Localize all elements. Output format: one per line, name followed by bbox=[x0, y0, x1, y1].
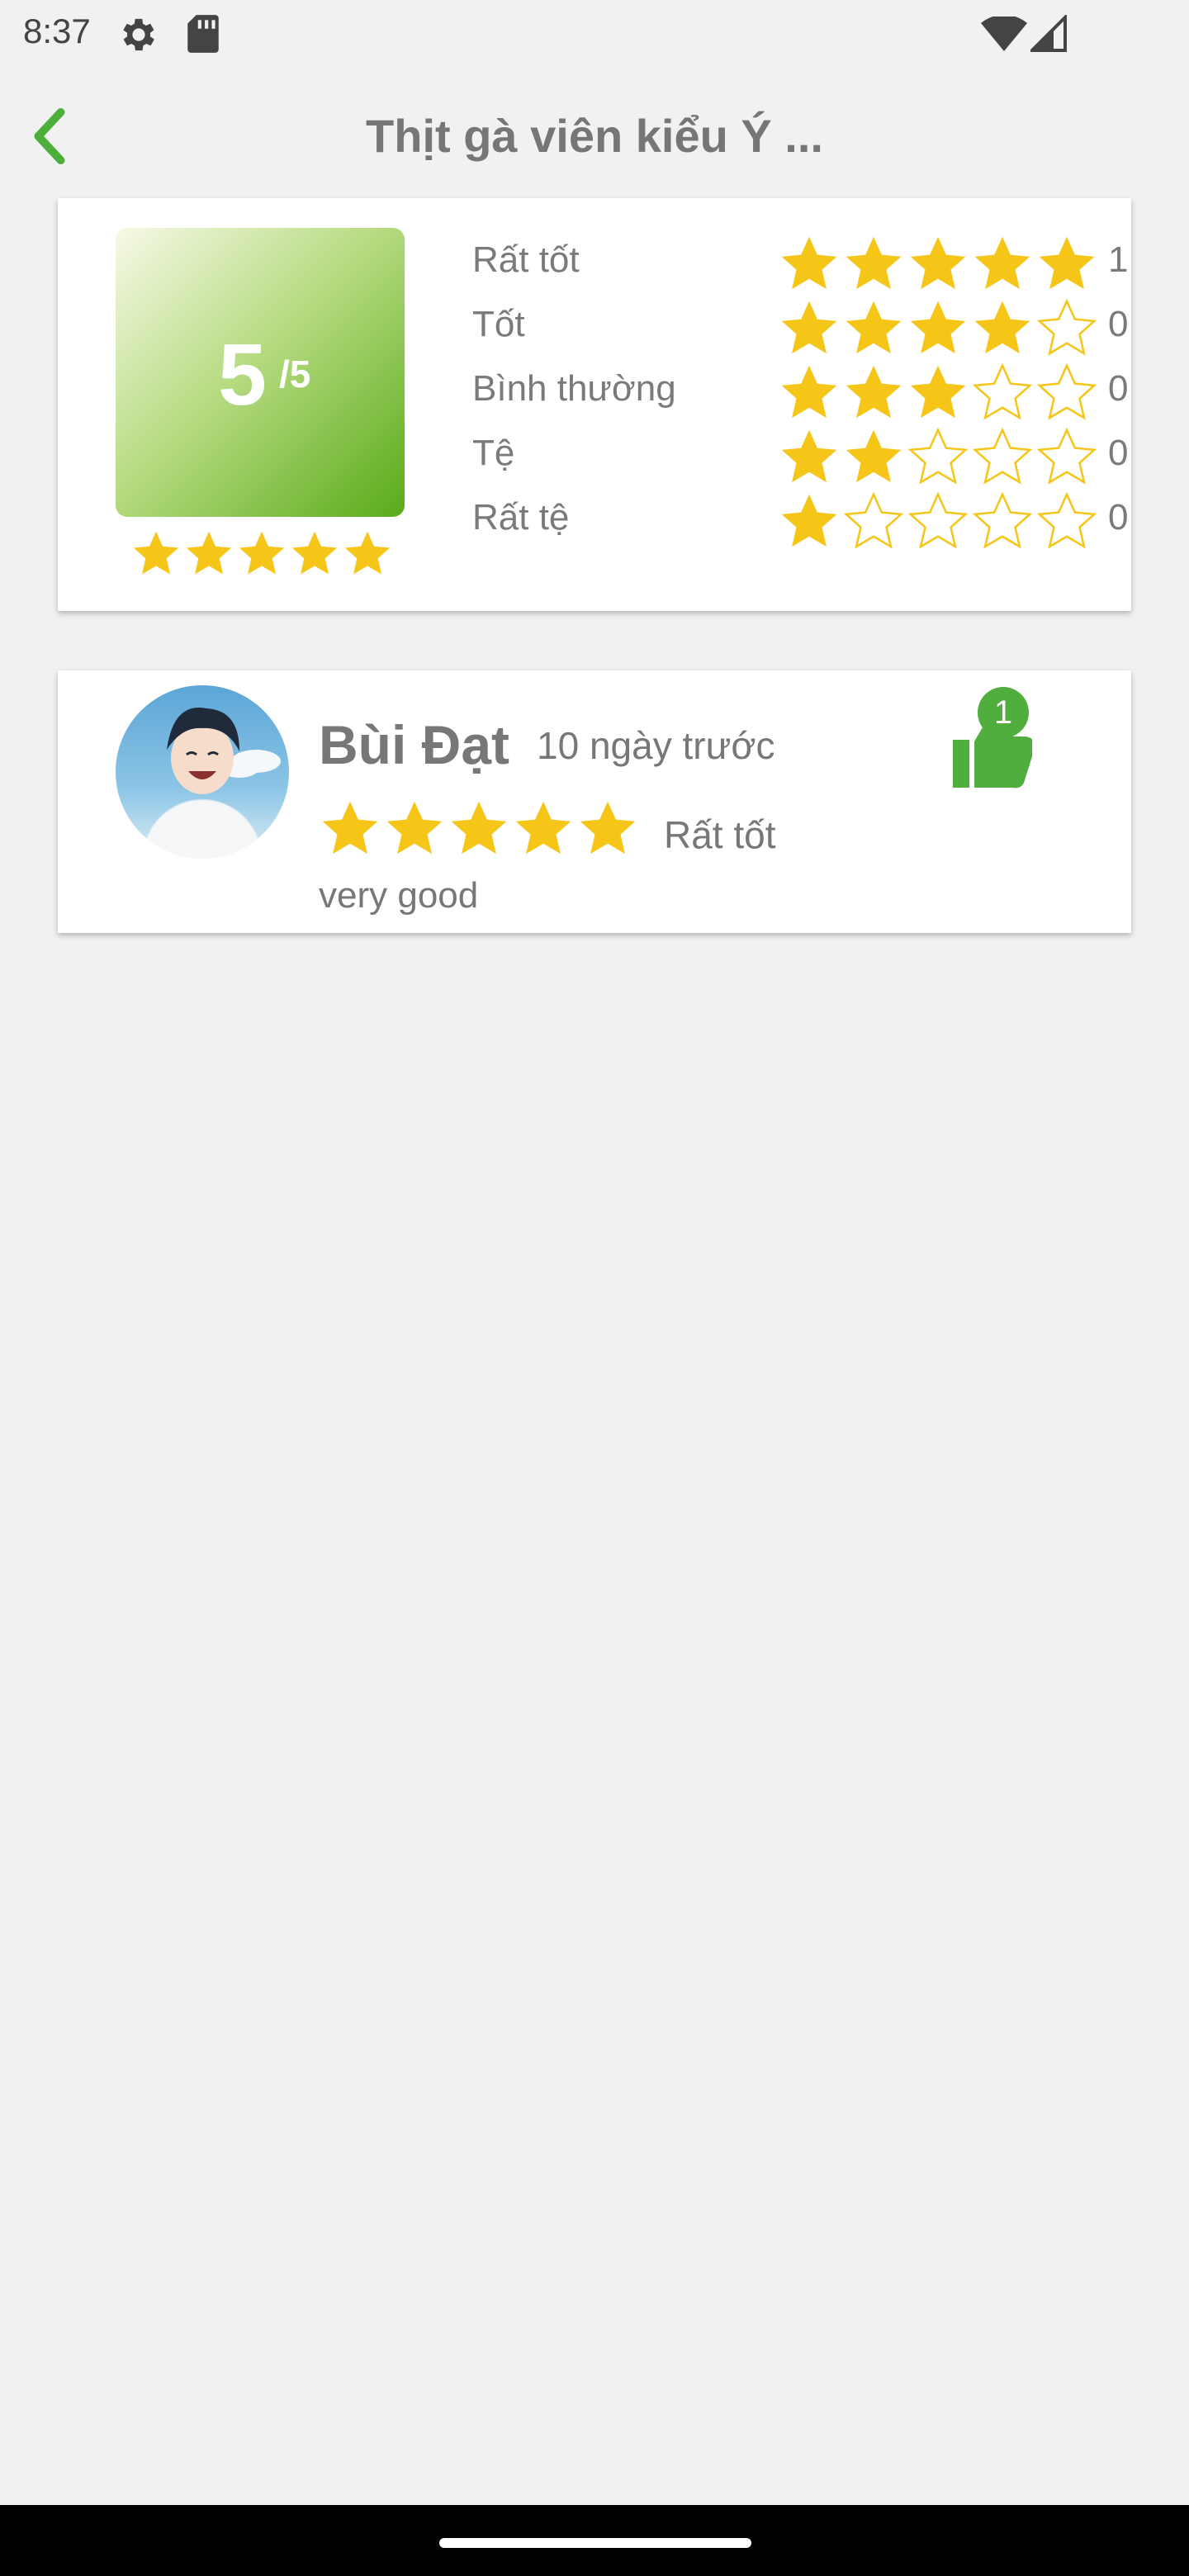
gear-icon bbox=[123, 18, 154, 51]
review-rating-text: Rất tốt bbox=[664, 813, 776, 856]
star-filled-icon bbox=[186, 531, 232, 575]
rating-distribution-row: Bình thường 0 bbox=[472, 360, 1133, 423]
star-filled-icon bbox=[846, 365, 902, 419]
rating-level-label: Tệ bbox=[472, 433, 515, 473]
star-empty-icon bbox=[1036, 427, 1097, 485]
rating-distribution-row: Tệ 0 bbox=[472, 424, 1133, 487]
page-title: Thịt gà viên kiểu Ý ... bbox=[366, 110, 823, 162]
status-time: 8:37 bbox=[23, 12, 91, 50]
star-filled-icon bbox=[781, 494, 837, 547]
review-card: Bùi Đạt 10 ngày trước Rất tốt very good … bbox=[58, 670, 1131, 933]
star-filled-icon bbox=[781, 301, 837, 354]
navigation-bar bbox=[0, 2505, 1189, 2576]
reviewer-name: Bùi Đạt bbox=[319, 714, 509, 775]
star-filled-icon bbox=[781, 429, 837, 483]
rating-level-count: 0 bbox=[1108, 497, 1129, 537]
star-filled-icon bbox=[580, 801, 636, 855]
rating-distribution-row: Tốt 0 bbox=[472, 296, 1133, 358]
star-filled-icon bbox=[846, 236, 902, 290]
score-max: /5 bbox=[279, 353, 311, 395]
star-filled-icon bbox=[322, 801, 378, 855]
star-empty-icon bbox=[1036, 298, 1097, 356]
avatar-illustration bbox=[149, 708, 281, 859]
star-empty-icon bbox=[843, 491, 904, 549]
star-filled-icon bbox=[910, 236, 966, 290]
status-bar: 8:37 bbox=[0, 0, 1189, 69]
wifi-icon bbox=[981, 17, 1027, 51]
star-empty-icon bbox=[972, 427, 1033, 485]
star-filled-icon bbox=[1039, 236, 1095, 290]
star-filled-icon bbox=[910, 365, 966, 419]
rating-level-label: Bình thường bbox=[472, 368, 676, 409]
star-filled-icon bbox=[846, 301, 902, 354]
rating-level-count: 0 bbox=[1108, 433, 1129, 473]
star-empty-icon bbox=[1036, 362, 1097, 420]
rating-level-count: 0 bbox=[1108, 368, 1129, 409]
star-empty-icon bbox=[907, 491, 969, 549]
star-filled-icon bbox=[974, 236, 1030, 290]
star-empty-icon bbox=[907, 427, 969, 485]
score-value: 5 bbox=[218, 326, 267, 424]
review-stars bbox=[319, 798, 639, 860]
star-filled-icon bbox=[974, 301, 1030, 354]
rating-level-stars bbox=[778, 297, 1098, 360]
rating-level-stars bbox=[778, 426, 1098, 489]
avatar[interactable] bbox=[116, 685, 289, 859]
rating-level-stars bbox=[778, 362, 1098, 424]
score-box: 5 /5 bbox=[116, 228, 405, 517]
score-stars bbox=[130, 528, 393, 583]
rating-distribution-row: Rất tốt 1 bbox=[472, 231, 1133, 294]
star-filled-icon bbox=[344, 531, 391, 575]
star-filled-icon bbox=[781, 365, 837, 419]
rating-distribution-row: Rất tệ 0 bbox=[472, 489, 1133, 552]
star-filled-icon bbox=[846, 429, 902, 483]
star-filled-icon bbox=[386, 801, 443, 855]
star-empty-icon bbox=[1036, 491, 1097, 549]
home-indicator[interactable] bbox=[439, 2538, 751, 2548]
signal-icon bbox=[1030, 15, 1067, 52]
star-filled-icon bbox=[515, 801, 571, 855]
like-count-badge: 1 bbox=[978, 687, 1029, 738]
sd-card-icon bbox=[187, 15, 219, 53]
star-filled-icon bbox=[451, 801, 507, 855]
star-filled-icon bbox=[910, 301, 966, 354]
rating-level-count: 1 bbox=[1108, 239, 1129, 280]
review-time: 10 ngày trước bbox=[537, 724, 775, 767]
rating-level-count: 0 bbox=[1108, 304, 1129, 344]
star-filled-icon bbox=[133, 531, 179, 575]
rating-level-stars bbox=[778, 233, 1098, 296]
rating-level-label: Tốt bbox=[472, 304, 525, 344]
star-filled-icon bbox=[291, 531, 338, 575]
star-filled-icon bbox=[781, 236, 837, 290]
star-empty-icon bbox=[972, 362, 1033, 420]
star-empty-icon bbox=[972, 491, 1033, 549]
rating-level-label: Rất tệ bbox=[472, 497, 570, 537]
review-comment: very good bbox=[319, 875, 479, 916]
rating-level-label: Rất tốt bbox=[472, 239, 580, 280]
rating-level-stars bbox=[778, 490, 1098, 553]
rating-summary-card: 5 /5 Rất tốt 1 Tốt 0 Bình thường 0 Tệ 0 Rất tệ 0 bbox=[58, 198, 1131, 611]
star-filled-icon bbox=[239, 531, 285, 575]
app-bar: Thịt gà viên kiểu Ý ... bbox=[0, 91, 1189, 182]
